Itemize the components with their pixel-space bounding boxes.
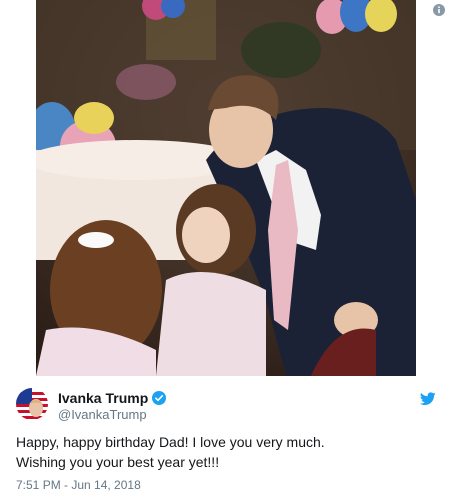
author-handle[interactable]: @IvankaTrump (58, 407, 147, 422)
flag-avatar-icon (16, 388, 48, 420)
author-name-line[interactable]: Ivanka Trump (58, 390, 167, 406)
tweet-text-line: Happy, happy birthday Dad! I love you ve… (16, 434, 325, 450)
tweet-photo[interactable] (36, 0, 416, 376)
tweet-text-line: Wishing you your best year yet!!! (16, 454, 220, 470)
tweet-text: Happy, happy birthday Dad! I love you ve… (16, 432, 436, 472)
birthday-photo-image (36, 0, 416, 376)
tweet-header: Ivanka Trump @IvankaTrump (16, 388, 436, 428)
info-icon[interactable] (433, 4, 445, 16)
twitter-bird-icon[interactable] (420, 392, 436, 406)
tweet-card: Ivanka Trump @IvankaTrump Happy, happy b… (0, 0, 450, 500)
author-name[interactable]: Ivanka Trump (58, 390, 148, 406)
verified-badge-icon (152, 391, 167, 405)
avatar[interactable] (16, 388, 48, 420)
tweet-timestamp[interactable]: 7:51 PM - Jun 14, 2018 (16, 478, 141, 492)
